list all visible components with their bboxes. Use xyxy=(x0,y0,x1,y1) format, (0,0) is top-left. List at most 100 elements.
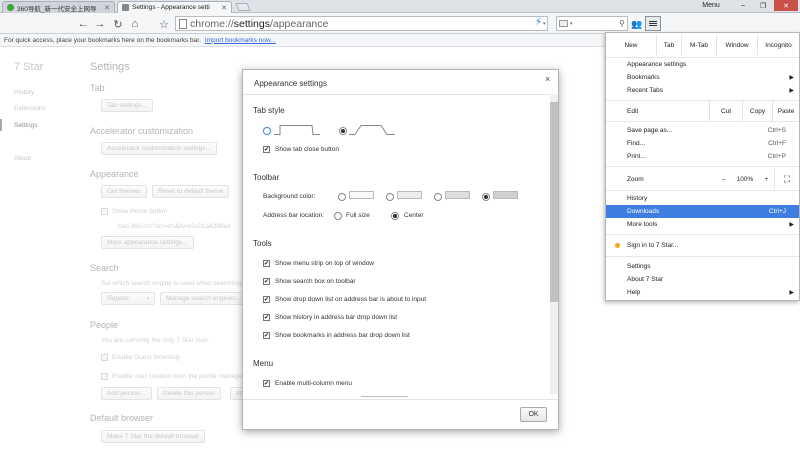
menu-edit-label: Edit xyxy=(627,107,639,115)
restore-button[interactable]: ❐ xyxy=(754,0,772,11)
user-icon[interactable]: 👥 xyxy=(630,17,644,31)
menu-appearance-settings[interactable]: Appearance settings xyxy=(606,58,799,71)
new-tab-button[interactable] xyxy=(235,3,251,11)
tab-style-trapezoid-preview xyxy=(349,125,395,135)
bookmarks-dropdown-checkbox[interactable]: ✔ xyxy=(263,332,270,339)
menu-print[interactable]: Print... Ctrl+P xyxy=(606,150,799,163)
window-menu-label[interactable]: Menu xyxy=(696,0,726,11)
search-engine-icon[interactable] xyxy=(559,20,568,27)
menu-strip-checkbox[interactable]: ✔ xyxy=(263,260,270,267)
menu-item-label: Bookmarks xyxy=(627,74,660,81)
menu-new-incognito[interactable]: Incognito xyxy=(757,35,799,55)
minimize-button[interactable]: – xyxy=(734,0,752,11)
zoom-value: 100% xyxy=(736,175,754,183)
bg-color-radio-3[interactable] xyxy=(434,193,442,201)
import-bookmarks-link[interactable]: Import bookmarks now... xyxy=(205,37,276,44)
gear-icon xyxy=(122,4,129,11)
menu-history[interactable]: History xyxy=(606,192,799,205)
menu-item-label: Sign in to 7 Star... xyxy=(627,242,679,249)
tab-style-radio-2[interactable] xyxy=(339,127,347,135)
chevron-down-icon[interactable]: ▾ xyxy=(570,21,573,27)
menu-settings[interactable]: Settings xyxy=(606,260,799,273)
dialog-title: Appearance settings xyxy=(254,79,327,88)
search-box-label: Show search box on toolbar xyxy=(275,278,356,285)
menu-button[interactable] xyxy=(645,16,661,31)
divider xyxy=(606,234,799,235)
home-button[interactable]: ⌂ xyxy=(128,17,142,31)
background-color-label: Background color: xyxy=(263,193,316,200)
back-button[interactable]: ← xyxy=(76,17,90,31)
zoom-out-button[interactable]: – xyxy=(716,169,731,189)
menu-copy[interactable]: Copy xyxy=(742,101,772,121)
menu-about[interactable]: About 7 Star xyxy=(606,273,799,286)
menu-new-window[interactable]: Window xyxy=(716,35,757,55)
shortcut-text: Ctrl+F xyxy=(768,140,786,147)
menu-sign-in[interactable]: Sign in to 7 Star... xyxy=(606,239,799,252)
dialog-scrollbar-thumb[interactable] xyxy=(550,102,558,302)
bg-color-radio-4[interactable] xyxy=(482,193,490,201)
address-bar[interactable]: chrome://settings/appearance xyxy=(175,16,548,31)
bookmarks-bar-text: For quick access, place your bookmarks h… xyxy=(4,36,201,44)
section-toolbar: Toolbar xyxy=(253,173,280,182)
sign-in-status-icon xyxy=(615,243,620,248)
menu-recent-tabs[interactable]: Recent Tabs ▶ xyxy=(606,84,799,97)
menu-new-m-tab[interactable]: M-Tab xyxy=(681,35,716,55)
show-tab-close-checkbox[interactable]: ✔ xyxy=(263,146,270,153)
divider xyxy=(243,399,558,400)
search-input[interactable]: ▾ ⚲ xyxy=(556,16,628,31)
zoom-in-button[interactable]: + xyxy=(759,169,774,189)
bg-color-swatch-light[interactable] xyxy=(397,191,422,199)
full-size-radio[interactable] xyxy=(334,212,342,220)
bg-color-swatch-white[interactable] xyxy=(349,191,374,199)
dropdown-list-label: Show drop down list on address bar is ab… xyxy=(275,296,427,303)
ok-button[interactable]: OK xyxy=(520,407,547,422)
menu-find[interactable]: Find... Ctrl+F xyxy=(606,137,799,150)
history-dropdown-checkbox[interactable]: ✔ xyxy=(263,314,270,321)
tab-title: Settings - Appearance setti xyxy=(132,4,210,11)
shortcut-text: Ctrl+S xyxy=(767,127,786,134)
dropdown-list-checkbox[interactable]: ✔ xyxy=(263,296,270,303)
menu-item-label: Save page as... xyxy=(627,127,673,134)
tab-title: 360导航_新一代安全上网导 xyxy=(17,5,97,13)
chevron-down-icon[interactable]: ▾ xyxy=(543,21,546,27)
close-icon[interactable]: × xyxy=(545,74,550,84)
chevron-right-icon: ▶ xyxy=(789,88,794,94)
reload-button[interactable]: ↻ xyxy=(111,17,125,31)
menu-item-label: Downloads xyxy=(627,208,660,215)
tab-settings[interactable]: Settings - Appearance setti ✕ xyxy=(117,1,232,13)
bg-color-radio-1[interactable] xyxy=(338,193,346,201)
show-tab-close-label: Show tab close button xyxy=(275,146,339,153)
search-box-checkbox[interactable]: ✔ xyxy=(263,278,270,285)
menu-help[interactable]: Help ▶ xyxy=(606,286,799,299)
center-radio[interactable] xyxy=(391,212,399,220)
menu-downloads[interactable]: Downloads Ctrl+J xyxy=(606,205,799,218)
menu-new-tab[interactable]: Tab xyxy=(656,35,681,55)
close-icon[interactable]: ✕ xyxy=(221,4,227,12)
menu-item-label: More tools xyxy=(627,221,658,228)
search-icon[interactable]: ⚲ xyxy=(619,19,625,28)
360-favicon-icon xyxy=(7,4,14,11)
menu-save-page[interactable]: Save page as... Ctrl+S xyxy=(606,124,799,137)
fullscreen-icon[interactable]: ⛶ xyxy=(774,169,799,189)
lightning-icon[interactable]: ⚡ xyxy=(535,17,542,28)
forward-button[interactable]: → xyxy=(93,17,107,31)
full-size-label: Full size xyxy=(346,212,370,219)
menu-item-label: About 7 Star xyxy=(627,276,664,283)
tab-style-radio-1[interactable] xyxy=(263,127,271,135)
menu-paste[interactable]: Paste xyxy=(772,101,799,121)
menu-item-label: Find... xyxy=(627,140,646,147)
menu-item-label: Help xyxy=(627,289,641,296)
center-label: Center xyxy=(404,212,424,219)
menu-more-tools[interactable]: More tools ▶ xyxy=(606,218,799,231)
bg-color-swatch-gray[interactable] xyxy=(445,191,470,199)
menu-bookmarks[interactable]: Bookmarks ▶ xyxy=(606,71,799,84)
tab-360-navigation[interactable]: 360导航_新一代安全上网导 ✕ xyxy=(2,1,115,13)
bg-color-radio-2[interactable] xyxy=(386,193,394,201)
bookmark-star-icon[interactable]: ☆ xyxy=(157,17,171,31)
close-icon[interactable]: ✕ xyxy=(104,4,110,12)
divider xyxy=(606,256,799,257)
close-window-button[interactable]: ✕ xyxy=(774,0,798,11)
menu-cut[interactable]: Cut xyxy=(709,101,742,121)
multi-column-checkbox[interactable]: ✔ xyxy=(263,380,270,387)
bg-color-swatch-dark[interactable] xyxy=(493,191,518,199)
